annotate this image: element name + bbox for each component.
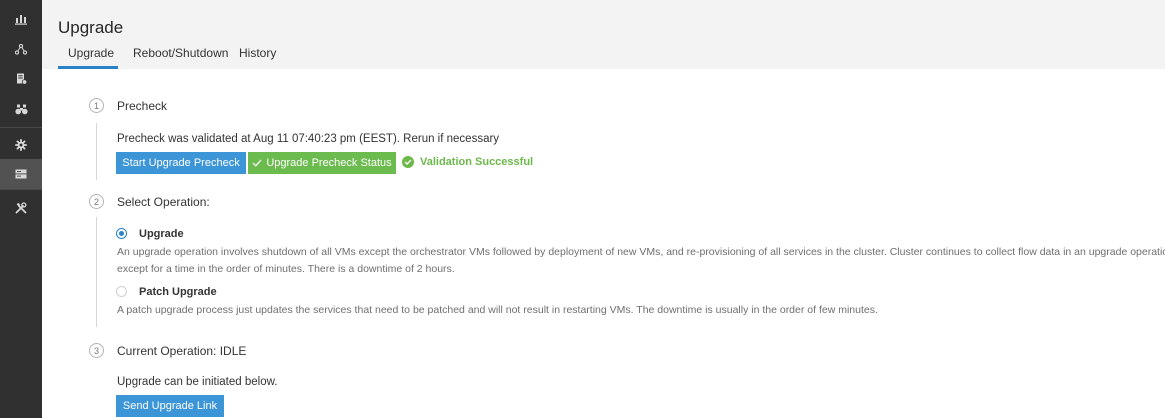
sidebar-item-maintenance[interactable] bbox=[0, 159, 42, 189]
precheck-message: Precheck was validated at Aug 11 07:40:2… bbox=[117, 133, 500, 145]
patch-upgrade-option-description: A patch upgrade process just updates the… bbox=[117, 304, 878, 316]
sidebar-item-inventory[interactable] bbox=[0, 64, 42, 94]
patch-upgrade-radio[interactable] bbox=[116, 286, 127, 297]
tab-reboot-shutdown[interactable]: Reboot/Shutdown bbox=[133, 46, 228, 60]
step-number-1: 1 bbox=[89, 98, 104, 113]
server-icon bbox=[15, 169, 27, 179]
check-icon bbox=[252, 159, 262, 167]
upgrade-option-label[interactable]: Upgrade bbox=[139, 228, 184, 240]
sidebar-item-tools[interactable] bbox=[0, 193, 42, 223]
tools-icon bbox=[15, 202, 27, 214]
upgrade-initiate-message: Upgrade can be initiated below. bbox=[117, 376, 278, 388]
sidebar-item-settings[interactable] bbox=[0, 130, 42, 160]
step-title-select-operation: Select Operation: bbox=[117, 195, 210, 209]
bar-chart-icon bbox=[15, 14, 27, 25]
step-title-precheck: Precheck bbox=[117, 99, 168, 113]
page-title: Upgrade bbox=[58, 18, 124, 37]
validation-status: Validation Successful bbox=[402, 156, 533, 168]
inventory-icon bbox=[16, 73, 27, 85]
upgrade-option-description-line2: except for a time in the order of minute… bbox=[117, 263, 455, 275]
upgrade-precheck-status-label: Upgrade Precheck Status bbox=[266, 157, 392, 169]
page-header: Upgrade Upgrade Reboot/Shutdown History bbox=[42, 0, 1165, 69]
upgrade-precheck-status-button[interactable]: Upgrade Precheck Status bbox=[248, 152, 396, 174]
upgrade-radio[interactable] bbox=[116, 228, 127, 239]
sidebar-item-topology[interactable] bbox=[0, 34, 42, 64]
sidebar-item-dashboard[interactable] bbox=[0, 4, 42, 34]
active-tab-indicator bbox=[58, 66, 118, 69]
gear-icon bbox=[15, 139, 27, 151]
step-connector bbox=[96, 123, 97, 180]
step-number-2: 2 bbox=[89, 194, 104, 209]
tab-history[interactable]: History bbox=[239, 46, 276, 60]
sidebar bbox=[0, 0, 42, 418]
check-circle-icon bbox=[402, 156, 414, 168]
upgrade-option-description: An upgrade operation involves shutdown o… bbox=[117, 246, 1165, 258]
step-connector bbox=[96, 217, 97, 327]
sidebar-divider bbox=[0, 189, 42, 190]
tab-upgrade[interactable]: Upgrade bbox=[68, 46, 114, 60]
start-upgrade-precheck-button[interactable]: Start Upgrade Precheck bbox=[116, 152, 246, 174]
sidebar-divider bbox=[0, 127, 42, 128]
step-number-3: 3 bbox=[89, 343, 104, 358]
send-upgrade-link-button[interactable]: Send Upgrade Link bbox=[116, 395, 224, 417]
sidebar-item-monitoring[interactable] bbox=[0, 94, 42, 124]
validation-status-text: Validation Successful bbox=[420, 156, 534, 168]
topology-icon bbox=[15, 43, 27, 55]
step-title-current-operation: Current Operation: IDLE bbox=[117, 344, 247, 358]
patch-upgrade-option-label[interactable]: Patch Upgrade bbox=[139, 286, 217, 298]
binoculars-icon bbox=[14, 104, 28, 114]
